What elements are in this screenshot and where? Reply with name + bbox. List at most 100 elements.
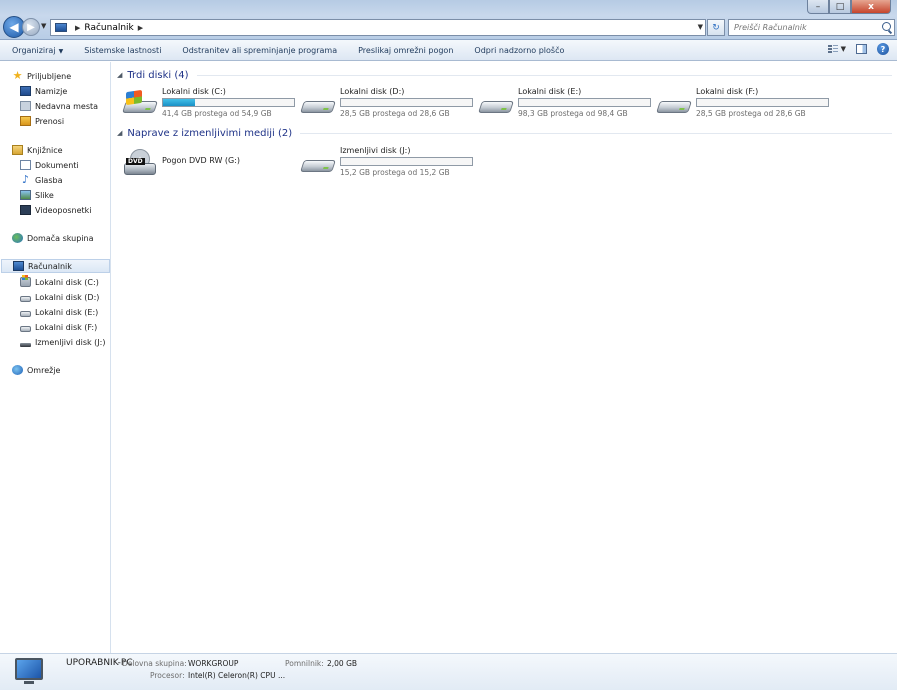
search-input[interactable] — [734, 23, 874, 32]
chevron-right-icon[interactable]: ▶ — [138, 24, 143, 32]
computer-icon — [13, 261, 24, 271]
open-control-panel-button[interactable]: Odpri nadzorno ploščo — [474, 46, 564, 55]
navigation-pane: ★ Priljubljene Namizje Nedavna mesta Pren… — [0, 62, 111, 653]
window-controls: – □ x — [807, 0, 891, 14]
address-dropdown-icon[interactable]: ▼ — [698, 23, 703, 31]
memory-value: 2,00 GB — [327, 659, 358, 668]
collapse-triangle-icon[interactable]: ◢ — [117, 71, 122, 79]
sidebar-item-label: Računalnik — [28, 261, 72, 271]
video-icon — [20, 205, 31, 215]
hard-drive-icon — [656, 91, 692, 119]
computer-icon — [15, 658, 43, 680]
system-drive-icon — [20, 275, 31, 287]
collapse-triangle-icon[interactable]: ◢ — [117, 129, 122, 137]
breadcrumb-computer[interactable]: Računalnik — [84, 23, 133, 33]
drive-tile-j[interactable]: Izmenljivi disk (J:) 15,2 GB prostega od… — [300, 146, 475, 180]
sidebar-item-drive-c[interactable]: Lokalni disk (C:) — [20, 275, 99, 289]
forward-button[interactable]: ▶ — [22, 18, 40, 36]
sidebar-item-documents[interactable]: Dokumenti — [20, 158, 79, 172]
dvd-label: DVD — [126, 158, 145, 165]
title-bar: – □ x ◀ ▶ ▼ ▶ Računalnik ▶ ▼ ↻ — [0, 0, 897, 40]
sidebar-item-label: Izmenljivi disk (J:) — [35, 337, 106, 347]
hard-drive-icon — [20, 325, 31, 332]
system-drive-icon — [122, 89, 158, 119]
sidebar-item-downloads[interactable]: Prenosi — [20, 114, 64, 128]
sidebar-item-libraries[interactable]: Knjižnice — [12, 143, 63, 157]
sidebar-item-drive-f[interactable]: Lokalni disk (F:) — [20, 320, 97, 334]
system-properties-button[interactable]: Sistemske lastnosti — [84, 46, 161, 55]
group-divider — [196, 74, 892, 76]
sidebar-item-computer[interactable]: Računalnik — [1, 259, 110, 273]
sidebar-item-pictures[interactable]: Slike — [20, 188, 54, 202]
sidebar-item-videos[interactable]: Videoposnetki — [20, 203, 92, 217]
usage-bar — [340, 157, 473, 166]
change-view-button[interactable]: ▼ — [828, 43, 846, 55]
details-pane: UPORABNIK-PC Delovna skupina: WORKGROUP … — [0, 653, 897, 690]
sidebar-item-favorites[interactable]: ★ Priljubljene — [12, 69, 72, 83]
chevron-down-icon: ▼ — [840, 45, 846, 53]
removable-drive-icon — [20, 342, 31, 347]
view-controls: ▼ ? — [828, 43, 889, 55]
sidebar-item-network[interactable]: Omrežje — [12, 363, 60, 377]
hard-drive-icon — [478, 91, 514, 119]
sidebar-item-desktop[interactable]: Namizje — [20, 84, 67, 98]
drive-free-space: 28,5 GB prostega od 28,6 GB — [340, 109, 450, 118]
sidebar-item-music[interactable]: ♪ Glasba — [20, 173, 63, 187]
minimize-button[interactable]: – — [807, 0, 829, 14]
sidebar-item-label: Prenosi — [35, 116, 65, 126]
maximize-button[interactable]: □ — [829, 0, 851, 14]
usage-bar — [162, 98, 295, 107]
sidebar-item-label: Namizje — [35, 86, 68, 96]
dvd-drive-icon: DVD — [122, 149, 158, 177]
network-icon — [12, 365, 23, 375]
sidebar-item-drive-j[interactable]: Izmenljivi disk (J:) — [20, 335, 105, 349]
view-list-icon — [828, 44, 838, 54]
chevron-down-icon: ▼ — [58, 47, 64, 55]
command-bar: Organiziraj ▼ Sistemske lastnosti Odstran… — [0, 40, 897, 61]
hard-drive-icon — [300, 91, 336, 119]
group-header-hard-disks[interactable]: ◢ Trdi diski (4) — [117, 68, 892, 82]
drive-tile-c[interactable]: Lokalni disk (C:) 41,4 GB prostega od 54… — [122, 87, 297, 121]
processor-label: Procesor: — [150, 671, 185, 680]
usage-bar — [518, 98, 651, 107]
uninstall-program-button[interactable]: Odstranitev ali spreminjanje programa — [182, 46, 337, 55]
drive-tile-f[interactable]: Lokalni disk (F:) 28,5 GB prostega od 28… — [656, 87, 831, 121]
memory-label: Pomnilnik: — [285, 659, 324, 668]
sidebar-item-homegroup[interactable]: Domača skupina — [12, 231, 94, 245]
recent-places-icon — [20, 101, 31, 111]
organize-menu[interactable]: Organiziraj ▼ — [12, 46, 63, 55]
map-network-drive-button[interactable]: Preslikaj omrežni pogon — [358, 46, 453, 55]
drive-tile-dvd[interactable]: DVD Pogon DVD RW (G:) — [122, 145, 297, 181]
drive-free-space: 15,2 GB prostega od 15,2 GB — [340, 168, 450, 177]
group-header-removable[interactable]: ◢ Naprave z izmenljivimi mediji (2) — [117, 126, 892, 140]
usage-bar-fill — [163, 99, 196, 106]
sidebar-item-label: Domača skupina — [27, 233, 94, 243]
refresh-button[interactable]: ↻ — [707, 19, 725, 36]
recent-pages-dropdown-icon[interactable]: ▼ — [41, 22, 46, 30]
search-box[interactable] — [728, 19, 895, 36]
search-icon[interactable] — [882, 22, 891, 31]
sidebar-item-label: Priljubljene — [27, 71, 72, 81]
sidebar-item-label: Slike — [35, 190, 54, 200]
sidebar-item-drive-d[interactable]: Lokalni disk (D:) — [20, 290, 99, 304]
chevron-right-icon[interactable]: ▶ — [75, 24, 80, 32]
close-button[interactable]: x — [851, 0, 891, 14]
computer-icon — [55, 23, 67, 32]
address-bar[interactable]: ▶ Računalnik ▶ ▼ — [50, 19, 706, 36]
preview-pane-icon[interactable] — [856, 44, 867, 54]
forward-arrow-icon: ▶ — [27, 21, 35, 33]
drive-name: Izmenljivi disk (J:) — [340, 146, 411, 155]
drive-tile-d[interactable]: Lokalni disk (D:) 28,5 GB prostega od 28… — [300, 87, 475, 121]
refresh-icon: ↻ — [712, 22, 720, 33]
sidebar-item-recent[interactable]: Nedavna mesta — [20, 99, 98, 113]
hard-drive-icon — [20, 310, 31, 317]
help-icon[interactable]: ? — [877, 43, 889, 55]
organize-label: Organiziraj — [12, 45, 56, 55]
drive-tile-e[interactable]: Lokalni disk (E:) 98,3 GB prostega od 98… — [478, 87, 653, 121]
usage-bar — [696, 98, 829, 107]
sidebar-item-drive-e[interactable]: Lokalni disk (E:) — [20, 305, 98, 319]
music-note-icon: ♪ — [21, 173, 30, 186]
group-title: Naprave z izmenljivimi mediji (2) — [127, 127, 293, 139]
star-icon: ★ — [12, 69, 23, 82]
drive-name: Lokalni disk (E:) — [518, 87, 582, 96]
